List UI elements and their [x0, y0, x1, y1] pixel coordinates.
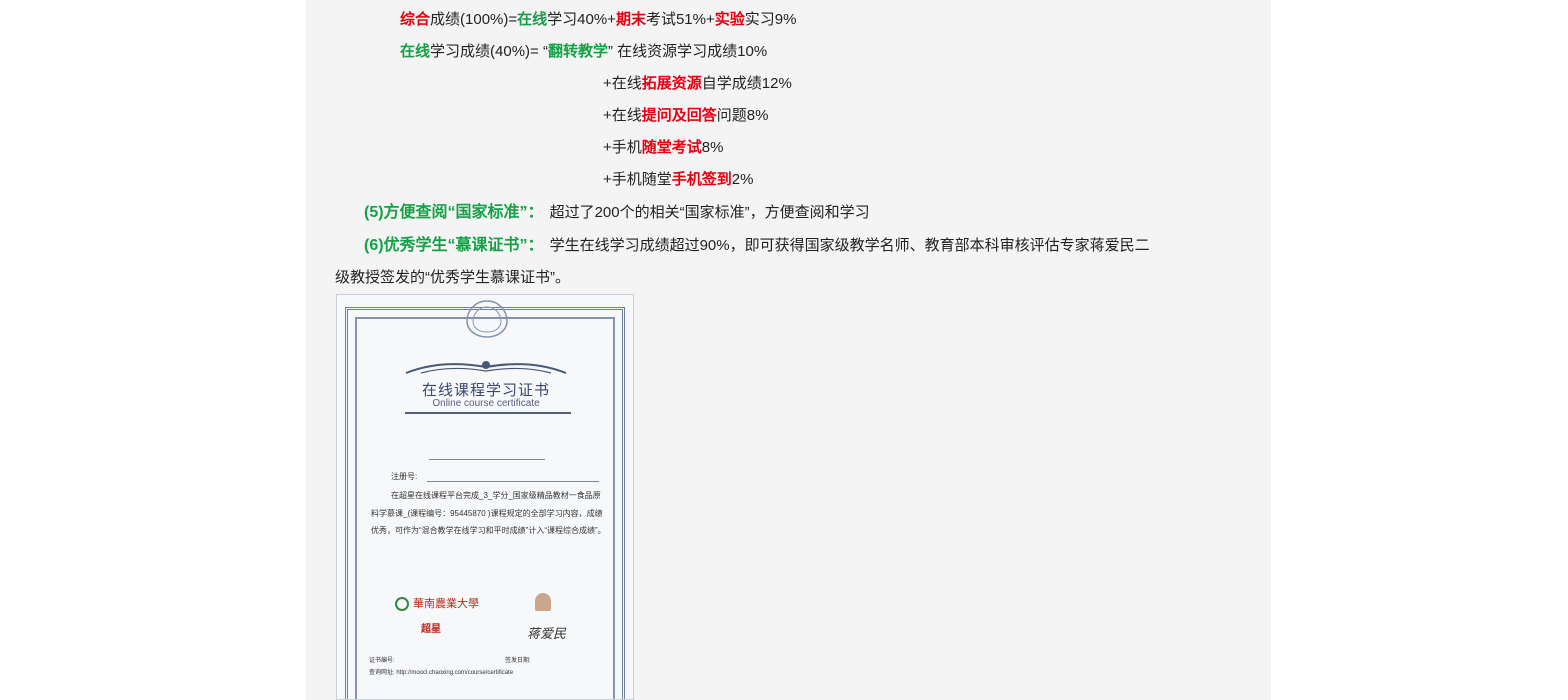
emphasis-text: 随堂考试: [641, 139, 702, 156]
certificate-number-label: 证书编号:: [369, 658, 395, 664]
title-flourish-icon: [405, 361, 567, 374]
text-segment: ” 在线资源学习成绩10%: [607, 43, 768, 60]
section-text: 学生在线学习成绩超过90%，即可获得国家级教学名师、教育部本科审核评估专家蒋爱民…: [549, 237, 1150, 254]
title-underline: [405, 412, 571, 414]
text-segment: 问题8%: [716, 107, 769, 124]
text-segment: 8%: [701, 139, 724, 156]
section-heading: (5)方便查阅“国家标准”：: [364, 204, 544, 221]
text-segment: +手机: [603, 139, 642, 156]
text-segment: 2%: [731, 171, 754, 188]
label-flipped-teaching: 翻转教学: [547, 43, 608, 60]
certificate-image: 在线课程学习证书 Online course certificate 注册号: …: [336, 294, 634, 700]
name-line: [429, 459, 545, 460]
section-national-standards: (5)方便查阅“国家标准”： 超过了200个的相关“国家标准”，方便查阅和学习: [364, 203, 870, 223]
label-experiment: 实验: [714, 11, 745, 28]
text-segment: 学习40%+: [547, 11, 616, 28]
text-segment: +在线: [603, 107, 642, 124]
online-grade-formula: 在线学习成绩(40%)= “翻转教学” 在线资源学习成绩10%: [400, 42, 767, 62]
certificate-body-text: 在超星在线课程平台完成_3_学分_国家级精品教材一食品原料学慕课_(课程编号：9…: [371, 491, 606, 535]
label-final: 期末: [615, 11, 646, 28]
emphasis-text: 拓展资源: [641, 75, 702, 92]
platform-logo: 超星: [421, 624, 441, 635]
section-text: 超过了200个的相关“国家标准”，方便查阅和学习: [549, 204, 870, 221]
university-logo: 華南農業大學: [413, 597, 479, 610]
content-panel: 综合成绩(100%)=在线学习40%+期末考试51%+实验实习9% 在线学习成绩…: [306, 0, 1271, 700]
university-emblem-icon: [395, 597, 409, 611]
section-text-continued: 级教授签发的“优秀学生慕课证书”。: [335, 269, 570, 286]
text-segment: 自学成绩12%: [701, 75, 792, 92]
text-segment: 考试51%+: [645, 11, 715, 28]
top-ornament-icon: [466, 300, 508, 338]
issue-date-label: 签发日期:: [505, 658, 531, 664]
emphasis-text: 提问及回答: [641, 107, 717, 124]
formula-item: +手机随堂手机签到2%: [603, 170, 753, 190]
registration-label: 注册号:: [391, 472, 418, 481]
registration-line: [427, 481, 599, 482]
text-segment: 成绩(100%)=: [430, 11, 518, 28]
section-heading: (6)优秀学生“慕课证书”：: [364, 237, 544, 254]
certificate-subtitle: Online course certificate: [432, 398, 540, 409]
professor-photo: [535, 593, 551, 611]
query-url: 查询网址: http://moocl.chaoxing.com/course/c…: [369, 670, 514, 676]
overall-grade-formula: 综合成绩(100%)=在线学习40%+期末考试51%+实验实习9%: [400, 10, 796, 30]
certificate-title: 在线课程学习证书: [421, 381, 550, 399]
formula-item: +手机随堂考试8%: [603, 138, 723, 158]
text-segment: 实习9%: [744, 11, 797, 28]
formula-item: +在线拓展资源自学成绩12%: [603, 74, 792, 94]
label-comprehensive: 综合: [400, 11, 431, 28]
emphasis-text: 手机签到: [671, 171, 732, 188]
signature: 蒋爱民: [527, 627, 567, 642]
label-online: 在线: [517, 11, 548, 28]
text-segment: 学习成绩(40%)= “: [430, 43, 548, 60]
label-online: 在线: [400, 43, 431, 60]
section-mooc-certificate: (6)优秀学生“慕课证书”： 学生在线学习成绩超过90%，即可获得国家级教学名师、…: [364, 236, 1150, 256]
formula-item: +在线提问及回答问题8%: [603, 106, 768, 126]
text-segment: +手机随堂: [603, 171, 672, 188]
text-segment: +在线: [603, 75, 642, 92]
